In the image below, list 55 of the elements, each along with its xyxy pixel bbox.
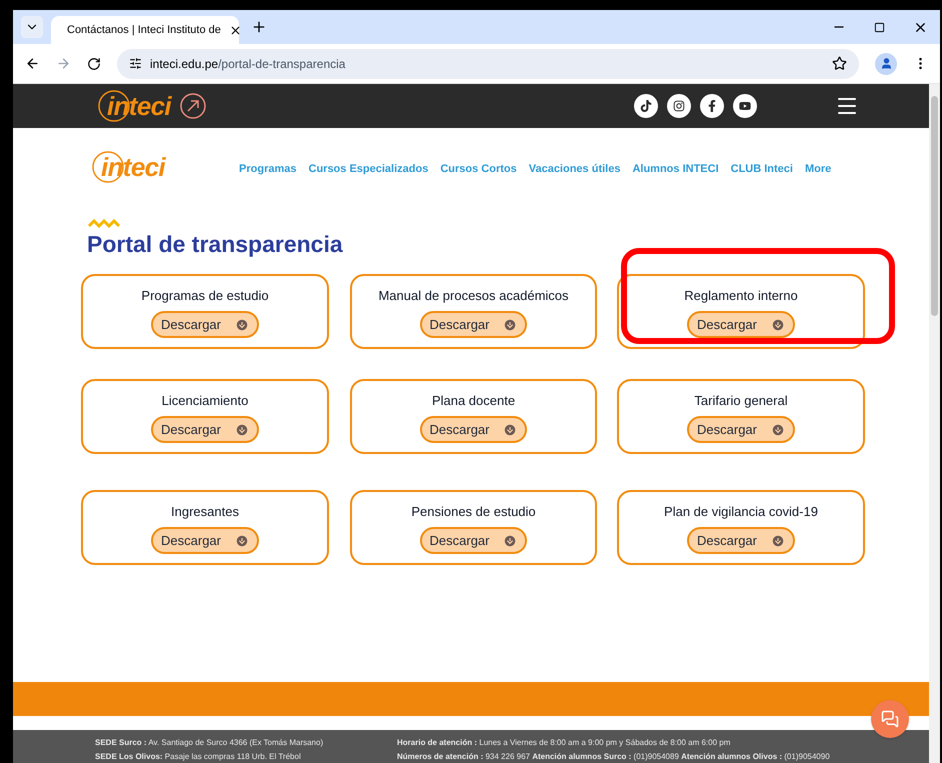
new-tab-icon[interactable] [251, 19, 267, 35]
download-button[interactable]: Descargar [687, 311, 795, 338]
back-icon[interactable] [25, 56, 40, 71]
document-title: Programas de estudio [141, 286, 269, 305]
document-title: Pensiones de estudio [411, 502, 536, 521]
document-title: Manual de procesos académicos [378, 286, 569, 305]
download-button[interactable]: Descargar [420, 527, 528, 554]
address-bar[interactable]: inteci.edu.pe/portal-de-transparencia [117, 48, 859, 78]
url-text: inteci.edu.pe/portal-de-transparencia [150, 56, 346, 72]
download-button[interactable]: Descargar [151, 527, 259, 554]
close-tab-icon[interactable] [228, 24, 242, 36]
document-title: Plan de vigilancia covid-19 [664, 502, 818, 521]
download-icon [770, 422, 785, 437]
site-settings-icon[interactable] [129, 57, 142, 70]
download-icon [770, 318, 785, 332]
profile-avatar[interactable] [875, 52, 897, 74]
wave-icon [87, 218, 121, 228]
download-icon [770, 534, 785, 548]
chat-button[interactable] [871, 700, 909, 738]
tab-list-button[interactable] [21, 16, 43, 38]
footer-address: SEDE Los Olivos: Pasaje las compras 118 Urb. El Trébol [95, 751, 302, 763]
arrow-circle-icon[interactable] [179, 92, 208, 120]
download-icon [503, 318, 518, 332]
maximize-icon[interactable] [874, 22, 885, 32]
document-title: Licenciamiento [162, 392, 248, 410]
download-button[interactable]: Descargar [420, 311, 528, 338]
footer-address: SEDE Surco : Av. Santiago de Surco 4366 (Ex Tomás Marsano) [95, 737, 324, 749]
document-title: Plana docente [432, 392, 516, 410]
page-title: Portal de transparencia [87, 230, 344, 259]
download-button[interactable]: Descargar [151, 311, 259, 338]
download-icon [503, 534, 518, 548]
chat-icon [881, 710, 899, 728]
document-title: Tarifario general [694, 392, 788, 410]
tiktok-icon[interactable] [634, 94, 658, 118]
tab-title: Contáctanos | Inteci Instituto de [67, 22, 221, 38]
download-icon [503, 422, 518, 437]
reload-icon[interactable] [87, 56, 101, 70]
download-button[interactable]: Descargar [687, 416, 795, 444]
download-button[interactable]: Descargar [420, 416, 528, 444]
download-button[interactable]: Descargar [151, 416, 259, 444]
document-title: Reglamento interno [684, 286, 798, 305]
instagram-icon[interactable] [667, 94, 691, 118]
forward-icon[interactable] [56, 56, 71, 71]
bookmark-star-icon[interactable] [832, 56, 847, 71]
footer-contact: Números de atención : 934 226 967 Atención alumnos Surco : (01)9054089 Atención alumnos Olivos : (01)9054090 [397, 751, 830, 763]
download-button[interactable]: Descargar [687, 527, 795, 554]
download-icon [234, 318, 249, 332]
scrollbar[interactable] [929, 84, 940, 763]
download-icon [234, 534, 249, 548]
youtube-icon[interactable] [733, 94, 757, 118]
facebook-icon[interactable] [700, 94, 724, 118]
browser-tab[interactable]: Contáctanos | Inteci Instituto de [51, 16, 239, 44]
document-title: Ingresantes [171, 502, 239, 521]
download-icon [234, 422, 249, 437]
footer-contact: Horario de atención : Lunes a Viernes de 8:00 am a 9:00 pm y Sábados de 8:00 am 6:00 pm [397, 737, 732, 749]
